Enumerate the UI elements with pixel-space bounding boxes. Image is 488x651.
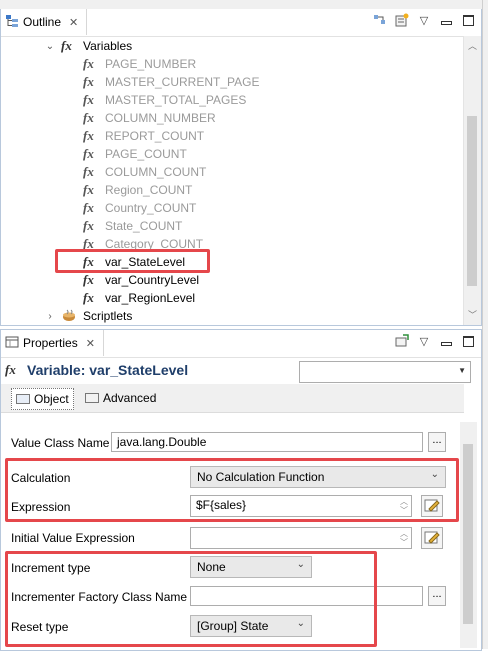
variable-heading-text: Variable: var_StateLevel: [27, 362, 189, 378]
close-icon[interactable]: ✕: [86, 337, 95, 350]
tree-node-variable[interactable]: fx var_CountryLevel: [83, 271, 199, 289]
tree-label-variable: var_CountryLevel: [105, 273, 200, 287]
tree-label-scriptlets: Scriptlets: [83, 309, 133, 323]
initial-value-field[interactable]: ︿ ﹀: [190, 527, 412, 549]
highlight-calculation-expression: [5, 458, 459, 522]
properties-view: Properties ✕ ▽ fx Variable: var_StateLev…: [0, 329, 482, 651]
edit-expression-icon: [424, 529, 440, 548]
scrollbar-thumb[interactable]: [463, 444, 473, 624]
fx-icon: fx: [83, 128, 94, 143]
view-menu-icon[interactable]: ▽: [417, 13, 431, 27]
tree-node-variable[interactable]: fx COLUMN_NUMBER: [83, 109, 216, 127]
fx-icon: fx: [83, 56, 94, 71]
fx-icon: fx: [83, 164, 94, 179]
tree-node-variable[interactable]: fx PAGE_COUNT: [83, 145, 187, 163]
outline-tab-title: Outline: [23, 15, 62, 29]
tab-outline[interactable]: Outline ✕: [1, 9, 88, 35]
tab-advanced-label: Advanced: [103, 391, 157, 405]
initial-value-edit-button[interactable]: [421, 527, 443, 549]
tree-label-variable: State_COUNT: [105, 219, 183, 233]
tree-label-variable: MASTER_TOTAL_PAGES: [105, 93, 247, 107]
properties-view-actions: ▽: [395, 334, 475, 348]
minimize-icon[interactable]: [439, 334, 453, 348]
fx-icon: fx: [83, 218, 94, 233]
outline-view-actions: ▽: [373, 13, 475, 27]
fx-icon: fx: [5, 362, 16, 377]
tree-label-variable: PAGE_COUNT: [105, 147, 187, 161]
fx-icon: fx: [83, 200, 94, 215]
tree-node-variable[interactable]: fx COLUMN_COUNT: [83, 163, 206, 181]
maximize-icon[interactable]: [461, 13, 475, 27]
properties-icon: [5, 335, 19, 352]
tree-label-variable: REPORT_COUNT: [105, 129, 205, 143]
tree-label-variable: Country_COUNT: [105, 201, 197, 215]
tree-node-variable[interactable]: fx PAGE_NUMBER: [83, 55, 196, 73]
outline-view-header: Outline ✕ ▽: [1, 9, 481, 37]
tree-node-variable[interactable]: fx REPORT_COUNT: [83, 127, 204, 145]
fx-icon: fx: [83, 146, 94, 161]
outline-scrollbar[interactable]: ︿ ﹀: [463, 36, 481, 325]
fx-icon: fx: [83, 110, 94, 125]
fx-icon: fx: [83, 74, 94, 89]
chevron-down-icon: ▼: [458, 366, 466, 375]
fx-icon: fx: [83, 272, 94, 287]
fx-icon: fx: [83, 290, 94, 305]
chevron-down-icon[interactable]: ⌄: [45, 41, 55, 52]
tree-node-variable[interactable]: fx var_RegionLevel: [83, 289, 195, 307]
minimize-icon[interactable]: [439, 13, 453, 27]
spin-down-icon[interactable]: ﹀: [400, 538, 408, 547]
chevron-right-icon[interactable]: ›: [45, 311, 55, 322]
spin-up-icon[interactable]: ︿: [400, 529, 408, 538]
outline-icon: [5, 14, 19, 31]
right-editor-edge: [482, 0, 488, 649]
scroll-down-arrow-icon[interactable]: ﹀: [464, 307, 481, 323]
value-class-browse-button[interactable]: ...: [428, 432, 446, 452]
tree-label-variable: COLUMN_COUNT: [105, 165, 207, 179]
tree-node-variable[interactable]: fx MASTER_CURRENT_PAGE: [83, 73, 259, 91]
tab-properties[interactable]: Properties ✕: [1, 330, 104, 356]
link-editor-icon[interactable]: [373, 13, 387, 27]
object-tab-icon: [16, 394, 30, 404]
tree-node-variables[interactable]: ⌄ fx Variables: [45, 37, 132, 55]
scroll-up-arrow-icon[interactable]: ︿: [464, 38, 481, 54]
tree-node-variable[interactable]: fx Region_COUNT: [83, 181, 192, 199]
tree-label-variable: PAGE_NUMBER: [105, 57, 197, 71]
maximize-icon[interactable]: [461, 334, 475, 348]
properties-subtabs: Object Advanced: [1, 384, 464, 413]
advanced-tab-icon: [85, 393, 99, 403]
tree-label-variable: MASTER_CURRENT_PAGE: [105, 75, 260, 89]
outline-settings-icon[interactable]: [395, 13, 409, 27]
incrementer-factory-browse-button[interactable]: ...: [428, 586, 446, 606]
fx-icon: fx: [61, 38, 72, 53]
view-menu-icon[interactable]: ▽: [417, 334, 431, 348]
tree-label-variable: var_RegionLevel: [105, 291, 196, 305]
scriptlets-icon: [61, 308, 77, 325]
tree-node-variable[interactable]: fx MASTER_TOTAL_PAGES: [83, 91, 246, 109]
close-icon[interactable]: ✕: [69, 16, 78, 29]
tab-advanced[interactable]: Advanced: [81, 388, 160, 408]
scrollbar-thumb[interactable]: [467, 116, 477, 286]
tree-label-variables: Variables: [83, 39, 133, 53]
fx-icon: fx: [83, 92, 94, 107]
outline-view: Outline ✕ ▽ ⌄ fx Variables fx PAGE_NUMBER…: [0, 9, 482, 326]
fx-icon: fx: [83, 182, 94, 197]
variable-heading: fx Variable: var_StateLevel: [5, 362, 188, 378]
element-selector-combo[interactable]: ▼: [299, 361, 471, 383]
tab-object[interactable]: Object: [11, 388, 74, 410]
tree-node-variable[interactable]: fx Country_COUNT: [83, 199, 196, 217]
value-class-field[interactable]: java.lang.Double: [111, 432, 423, 452]
value-class-label: Value Class Name: [11, 436, 110, 450]
properties-scrollbar[interactable]: [460, 422, 477, 648]
highlight-selected-variable: [55, 249, 210, 273]
properties-view-header: Properties ✕ ▽: [1, 330, 481, 358]
pin-editor-icon[interactable]: [395, 334, 409, 348]
tree-node-variable[interactable]: fx State_COUNT: [83, 217, 182, 235]
initial-value-label: Initial Value Expression: [11, 531, 135, 545]
tree-node-scriptlets[interactable]: › Scriptlets: [45, 307, 132, 325]
properties-tab-title: Properties: [23, 336, 78, 350]
tab-object-label: Object: [34, 392, 69, 406]
highlight-increment-reset: [5, 551, 377, 647]
tree-label-variable: Region_COUNT: [105, 183, 193, 197]
tree-label-variable: COLUMN_NUMBER: [105, 111, 216, 125]
